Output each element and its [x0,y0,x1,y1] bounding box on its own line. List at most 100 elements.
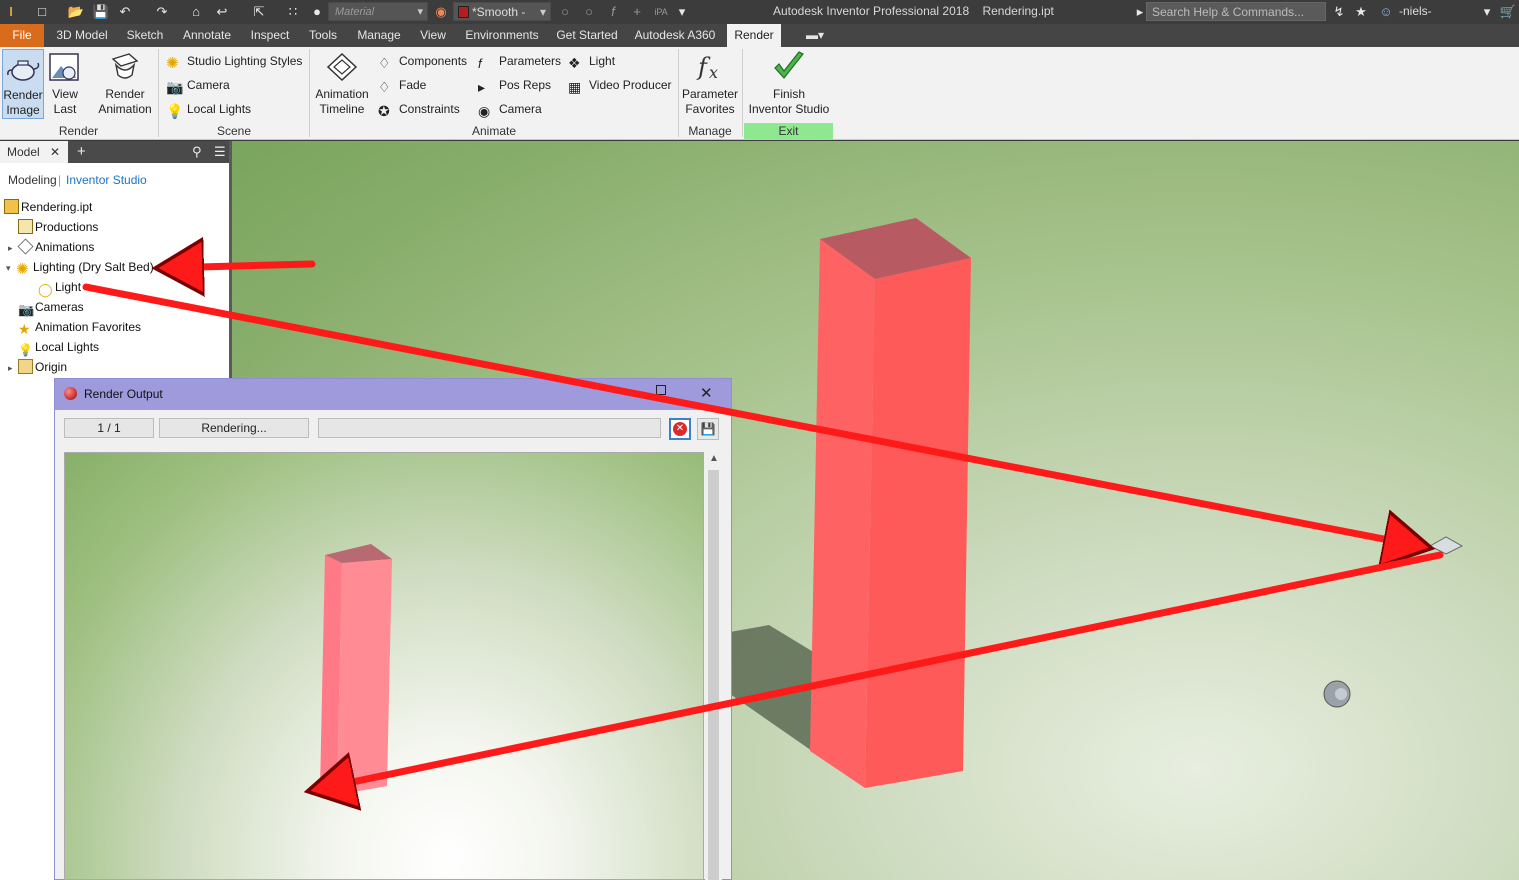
maximize-icon[interactable] [656,385,666,395]
ribbon-options-icon[interactable]: ▬▾ [800,24,830,47]
components-button[interactable]: ♢ Components [378,51,467,71]
render-output-title: Render Output [84,387,163,401]
parameters-button[interactable]: f Parameters [478,51,561,71]
material-dropdown[interactable]: Material ▾ [328,2,428,21]
favorites-star-icon[interactable]: ★ [1352,3,1370,21]
save-render-button[interactable]: 💾 [697,418,719,440]
adjust-icon[interactable]: ○ [556,3,574,21]
studio-lighting-styles-button[interactable]: ✺ Studio Lighting Styles [166,51,302,72]
home-icon[interactable]: ⌂ [187,3,205,21]
search-help-input[interactable]: Search Help & Commands... [1146,2,1326,21]
video-producer-icon: ▦ [568,79,582,95]
pos-reps-button[interactable]: ▸ Pos Reps [478,75,551,95]
manage-panel-title: Manage [688,124,732,138]
plus-icon[interactable]: + [628,3,646,21]
tab-annotate[interactable]: Annotate [176,24,238,47]
tab-autodesk-a360[interactable]: Autodesk A360 [628,24,722,47]
appearance-dropdown[interactable]: *Smooth - ▾ [453,2,551,21]
open-file-icon[interactable]: 📂 [67,3,85,21]
measure-icon[interactable]: ∷ [284,3,302,21]
tree-item-root[interactable]: Rendering.ipt [4,197,92,217]
render-vertical-scrollbar[interactable]: ▲ [705,452,722,880]
select-icon[interactable]: ⇱ [250,3,268,21]
tree-item-animations[interactable]: ▸ Animations [8,237,94,257]
tree-label: Light [55,280,82,294]
sign-in-icon[interactable]: ↯ [1330,3,1348,21]
tree-item-origin[interactable]: ▸ Origin [8,357,67,377]
tab-inspect[interactable]: Inspect [244,24,296,47]
animate-camera-button[interactable]: ◉ Camera [478,99,542,119]
tab-environments[interactable]: Environments [458,24,546,47]
lighting-sun-icon: ✺ [166,55,179,72]
tree-item-cameras[interactable]: 📷Cameras [8,297,84,317]
tree-item-animation-favorites[interactable]: ★ Animation Favorites [8,317,141,337]
tab-3d-model[interactable]: 3D Model [50,24,114,47]
tree-item-local-lights[interactable]: 💡 Local Lights [8,337,99,357]
search-icon[interactable]: ⚲ [192,144,202,160]
star-icon: ★ [18,321,31,337]
new-file-icon[interactable]: □ [33,3,51,21]
render-image-button[interactable]: Render Image [2,49,44,119]
return-icon[interactable]: ↩ [213,3,231,21]
mode-modeling[interactable]: Modeling [8,171,57,189]
collapse-icon[interactable]: ▾ [6,258,16,278]
panel-divider [742,49,743,137]
clear-icon[interactable]: ○ [580,3,598,21]
chevron-down-icon[interactable]: ▾ [1478,3,1496,21]
tab-file[interactable]: File [0,24,44,47]
view-last-button[interactable]: View Last [46,49,84,119]
close-icon[interactable]: ✕ [700,384,713,402]
expand-icon[interactable]: ▸ [8,358,18,378]
tab-tools[interactable]: Tools [302,24,344,47]
redo-icon[interactable]: ↷ [153,3,171,21]
fade-button[interactable]: ♢ Fade [378,75,426,95]
cancel-render-button[interactable]: ✕ [669,418,691,440]
tab-render[interactable]: Render [727,24,781,47]
tab-manage[interactable]: Manage [350,24,408,47]
render-window-icon [64,387,77,400]
frame-counter: 1 / 1 [64,418,154,438]
tab-get-started[interactable]: Get Started [552,24,622,47]
tree-item-lighting[interactable]: ▾ ✺ Lighting (Dry Salt Bed) [6,257,154,277]
add-tab-icon[interactable]: + [77,143,86,160]
fx-icon[interactable]: f [604,3,622,21]
fade-label: Fade [399,78,427,92]
document-name: Rendering.ipt [982,4,1054,18]
undo-icon[interactable]: ↶ [116,3,134,21]
animation-icon [17,238,34,255]
animate-light-button[interactable]: ❖ Light [568,51,615,71]
teapot-icon [7,60,40,81]
local-lights-button[interactable]: 💡 Local Lights [166,99,251,119]
scrollbar-thumb[interactable] [708,470,719,880]
tree-label: Animations [35,240,95,254]
close-icon[interactable]: ✕ [50,141,60,163]
tree-item-light[interactable]: ◯ Light [28,277,81,297]
finish-inventor-studio-button[interactable]: Finish Inventor Studio [746,49,832,119]
scene-camera-button[interactable]: 📷 Camera [166,75,230,95]
mode-inventor-studio[interactable]: Inventor Studio [66,171,147,189]
browser-tab-model[interactable]: Model ✕ [0,141,68,163]
window-title: Autodesk Inventor Professional 2018 Rend… [773,4,1054,18]
material-sphere-icon[interactable]: ● [308,3,326,21]
tree-item-productions[interactable]: Productions [8,217,98,237]
tab-view[interactable]: View [414,24,452,47]
color-wheel-icon[interactable]: ◉ [432,3,450,21]
cart-icon[interactable]: 🛒 [1499,3,1517,21]
tab-sketch[interactable]: Sketch [120,24,170,47]
render-animation-button[interactable]: Render Animation [95,49,155,119]
constraints-button[interactable]: ✪ Constraints [378,99,460,119]
save-icon[interactable]: 💾 [92,3,110,21]
inventor-logo-icon[interactable]: I [2,3,20,21]
menu-icon[interactable]: ☰ [214,144,226,160]
render-output-titlebar[interactable]: Render Output ✕ [55,379,731,410]
video-producer-button[interactable]: ▦ Video Producer [568,75,672,95]
expand-icon[interactable]: ▸ [8,238,18,258]
user-icon[interactable]: ☺ [1377,3,1395,21]
scroll-up-icon[interactable]: ▲ [709,453,719,464]
animation-timeline-button[interactable]: Animation Timeline [312,49,372,119]
appearance-value: *Smooth - [472,5,526,19]
parameter-favorites-button[interactable]: f x Parameter Favorites [681,49,739,119]
user-name[interactable]: -niels- [1399,4,1432,18]
customize-icon[interactable]: ▾ [673,3,691,21]
ipa-icon[interactable]: iPA [652,3,670,21]
